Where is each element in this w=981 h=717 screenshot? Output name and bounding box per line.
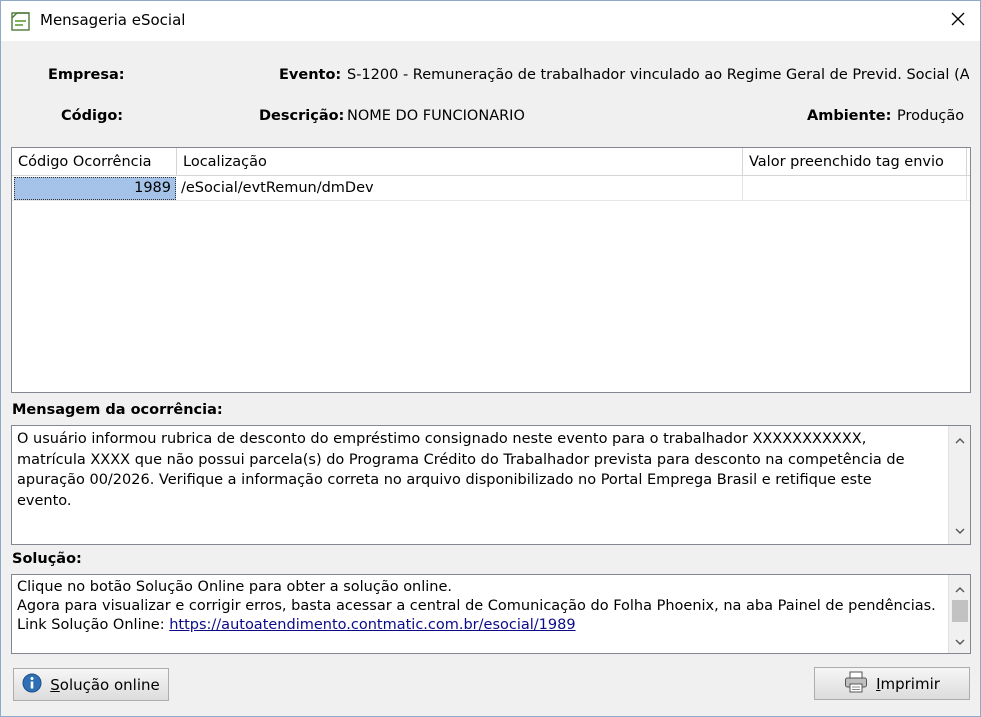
column-header-codigo[interactable]: Código Ocorrência — [12, 148, 177, 176]
codigo-label: Código: — [61, 108, 124, 124]
solucao-scrollbar[interactable] — [948, 575, 970, 653]
solucao-line: Clique no botão Solução Online para obte… — [17, 579, 453, 595]
empresa-label: Empresa: — [48, 67, 125, 83]
cell-localizacao[interactable]: /eSocial/evtRemun/dmDev — [177, 176, 743, 201]
mensageria-window: Mensageria eSocial Empresa: Evento: S-12… — [0, 0, 981, 717]
solucao-online-button[interactable]: Solução online — [13, 668, 169, 701]
ambiente-label: Ambiente: — [807, 108, 892, 124]
scroll-down-button[interactable] — [949, 520, 970, 540]
solucao-textbox[interactable]: Clique no botão Solução Online para obte… — [11, 574, 971, 654]
mensagem-scrollbar[interactable] — [948, 426, 970, 544]
solucao-online-label-rest: olução online — [59, 675, 160, 694]
scroll-down-button[interactable] — [949, 631, 970, 651]
cell-codigo[interactable]: 1989 — [14, 177, 176, 200]
evento-label: Evento: — [279, 67, 342, 83]
link-prefix: Link Solução Online: — [17, 617, 170, 633]
grid-header: Código Ocorrência Localização Valor pree… — [12, 148, 970, 176]
solucao-link-line: Link Solução Online: https://autoatendim… — [17, 616, 944, 635]
imprimir-label-rest: mprimir — [880, 674, 940, 693]
ocorrencias-grid[interactable]: Código Ocorrência Localização Valor pree… — [11, 147, 971, 393]
column-header-valor[interactable]: Valor preenchido tag envio — [743, 148, 967, 176]
close-icon — [951, 12, 965, 30]
mensagem-text: O usuário informou rubrica de desconto d… — [17, 429, 944, 511]
mensagem-textbox[interactable]: O usuário informou rubrica de desconto d… — [11, 425, 971, 545]
title-bar: Mensageria eSocial — [1, 1, 980, 41]
scrollbar-thumb[interactable] — [952, 600, 968, 622]
chevron-up-icon — [955, 581, 965, 597]
mensagem-line: apuração 00/2026. Verifique a informação… — [17, 472, 872, 488]
mensagem-label: Mensagem da ocorrência: — [12, 402, 223, 418]
chevron-down-icon — [955, 633, 965, 649]
info-icon — [22, 673, 42, 697]
solucao-label: Solução: — [12, 551, 82, 567]
window-title: Mensageria eSocial — [40, 11, 186, 29]
cell-valor[interactable] — [743, 176, 967, 201]
scroll-up-button[interactable] — [949, 430, 970, 450]
scroll-up-button[interactable] — [949, 579, 970, 599]
mensagem-line: O usuário informou rubrica de desconto d… — [17, 431, 867, 447]
descricao-value: NOME DO FUNCIONARIO — [347, 108, 525, 124]
descricao-label: Descrição: — [259, 108, 345, 124]
printer-icon — [844, 671, 868, 697]
mensagem-line: evento. — [17, 492, 72, 509]
close-button[interactable] — [936, 1, 980, 41]
evento-value: S-1200 - Remuneração de trabalhador vinc… — [347, 67, 969, 83]
solucao-online-link[interactable]: https://autoatendimento.contmatic.com.br… — [169, 617, 575, 633]
solucao-online-label: Solução online — [50, 676, 160, 694]
chevron-down-icon — [955, 522, 965, 538]
table-row[interactable]: 1989 /eSocial/evtRemun/dmDev — [12, 176, 970, 201]
window-app-icon — [11, 10, 31, 32]
chevron-up-icon — [955, 432, 965, 448]
mensagem-line: matrícula XXXX que não possui parcela(s)… — [17, 451, 905, 468]
solucao-line: Agora para visualizar e corrigir erros, … — [17, 598, 936, 614]
mnemonic-s: S — [50, 675, 60, 694]
imprimir-label: Imprimir — [876, 675, 940, 693]
ambiente-value: Produção — [897, 108, 965, 124]
solucao-text: Clique no botão Solução Online para obte… — [17, 578, 944, 635]
imprimir-button[interactable]: Imprimir — [814, 667, 970, 700]
column-header-localizacao[interactable]: Localização — [177, 148, 743, 176]
